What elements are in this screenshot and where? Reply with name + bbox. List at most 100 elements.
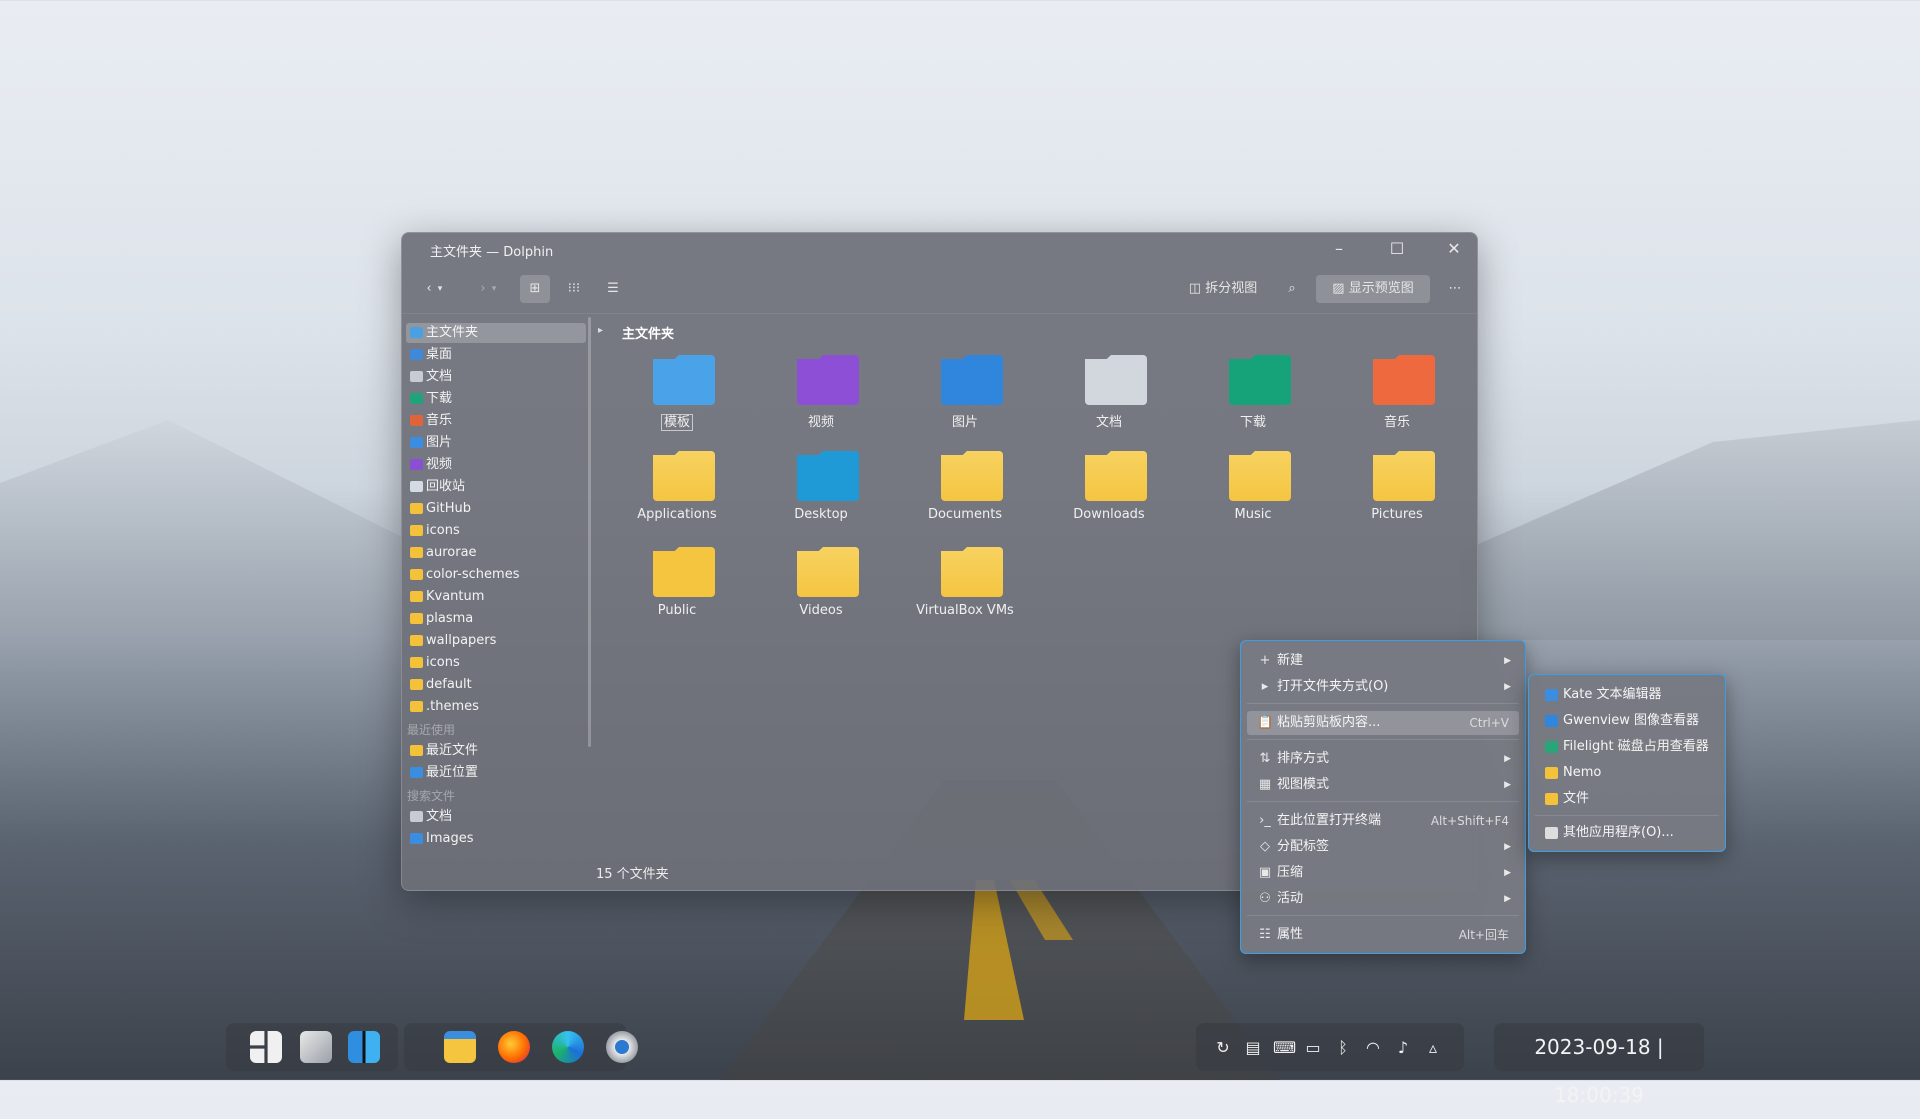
open-with-item[interactable]: Filelight 磁盘占用查看器 bbox=[1535, 735, 1719, 759]
context-menu-item[interactable]: ⚇ 活动 ▶ bbox=[1247, 887, 1519, 911]
sidebar-item[interactable]: 最近文件 bbox=[406, 741, 586, 761]
keyboard-icon[interactable]: ⌨ bbox=[1273, 1038, 1296, 1058]
sidebar-item[interactable]: color-schemes bbox=[406, 565, 586, 585]
folder-item[interactable]: 视频 bbox=[761, 349, 881, 433]
back-history-dropdown[interactable]: ▾ bbox=[434, 275, 446, 303]
sidebar-item[interactable]: icons bbox=[406, 653, 586, 673]
wifi-icon[interactable]: ◠ bbox=[1363, 1038, 1383, 1058]
sidebar-item[interactable]: 回收站 bbox=[406, 477, 586, 497]
split-view-button[interactable]: ◫ 拆分视图 bbox=[1178, 275, 1268, 303]
sidebar-item[interactable]: 图片 bbox=[406, 433, 586, 453]
folder-item[interactable]: 文档 bbox=[1049, 349, 1169, 433]
compact-view-button[interactable]: ⁝⁝⁝ bbox=[559, 275, 589, 303]
volume-icon[interactable]: ♪ bbox=[1393, 1038, 1413, 1058]
context-menu-item[interactable]: ›_ 在此位置打开终端 Alt+Shift+F4 bbox=[1247, 809, 1519, 833]
breadcrumb[interactable]: 主文件夹 bbox=[622, 323, 674, 342]
title-bar[interactable]: 主文件夹 — Dolphin – ☐ ✕ bbox=[402, 233, 1477, 265]
menu-separator bbox=[1247, 703, 1519, 704]
folder-icon bbox=[410, 569, 423, 580]
sidebar-item[interactable]: icons bbox=[406, 521, 586, 541]
toolbar-divider bbox=[402, 313, 1477, 314]
sidebar-item[interactable]: wallpapers bbox=[406, 631, 586, 651]
sidebar-item[interactable]: 桌面 bbox=[406, 345, 586, 365]
folder-item[interactable]: 模板 bbox=[617, 349, 737, 433]
desktop-grid-icon[interactable] bbox=[348, 1031, 380, 1063]
minimize-button[interactable]: – bbox=[1328, 239, 1350, 259]
sidebar-item-label: aurorae bbox=[426, 545, 477, 560]
open-with-item[interactable]: Nemo bbox=[1535, 761, 1719, 785]
sidebar-item[interactable]: 下载 bbox=[406, 389, 586, 409]
folder-item[interactable]: Videos bbox=[761, 541, 881, 625]
show-preview-button[interactable]: ▨ 显示预览图 bbox=[1316, 275, 1430, 303]
dolphin-task-icon[interactable] bbox=[444, 1031, 476, 1063]
folder-item[interactable]: 图片 bbox=[905, 349, 1025, 433]
overview-icon[interactable] bbox=[300, 1031, 332, 1063]
folder-item[interactable]: Public bbox=[617, 541, 737, 625]
folder-item[interactable]: Desktop bbox=[761, 445, 881, 529]
context-menu-item[interactable]: ◇ 分配标签 ▶ bbox=[1247, 835, 1519, 859]
hamburger-menu-button[interactable]: ⋯ bbox=[1442, 275, 1468, 303]
context-menu-item[interactable]: ▣ 压缩 ▶ bbox=[1247, 861, 1519, 885]
context-menu-item[interactable]: ▦ 视图模式 ▶ bbox=[1247, 773, 1519, 797]
settings-task-icon[interactable] bbox=[606, 1031, 638, 1063]
folder-item[interactable]: Applications bbox=[617, 445, 737, 529]
sidebar-item[interactable]: Images bbox=[406, 829, 586, 849]
context-menu-item[interactable]: ▸ 打开文件夹方式(O) ▶ bbox=[1247, 675, 1519, 699]
open-with-item-label: Nemo bbox=[1563, 765, 1602, 780]
folder-item[interactable]: Documents bbox=[905, 445, 1025, 529]
folder-item[interactable]: Downloads bbox=[1049, 445, 1169, 529]
edge-task-icon[interactable] bbox=[552, 1031, 584, 1063]
context-menu-item[interactable]: ⇅ 排序方式 ▶ bbox=[1247, 747, 1519, 771]
open-with-item[interactable]: Kate 文本编辑器 bbox=[1535, 683, 1719, 707]
sidebar-item[interactable]: 主文件夹 bbox=[406, 323, 586, 343]
forward-history-dropdown[interactable]: ▾ bbox=[488, 275, 500, 303]
sidebar-item[interactable]: aurorae bbox=[406, 543, 586, 563]
sidebar-item[interactable]: plasma bbox=[406, 609, 586, 629]
sidebar-item[interactable]: Kvantum bbox=[406, 587, 586, 607]
public-folder-icon bbox=[653, 547, 715, 597]
sidebar-item[interactable]: 文档 bbox=[406, 367, 586, 387]
folder-label-box: Pictures bbox=[1337, 507, 1457, 522]
folder-label: Downloads bbox=[1073, 507, 1145, 522]
open-with-item[interactable]: 其他应用程序(O)... bbox=[1535, 821, 1719, 845]
clock[interactable]: 2023-09-18 | 18:00:39 bbox=[1494, 1023, 1704, 1107]
context-menu-item[interactable]: 📋 粘贴剪贴板内容... Ctrl+V bbox=[1247, 711, 1519, 735]
app-icon bbox=[1545, 767, 1558, 779]
folder-item[interactable]: 音乐 bbox=[1337, 349, 1457, 433]
grid-icon: ⊞ bbox=[529, 281, 541, 296]
clipboard-icon[interactable]: ▤ bbox=[1243, 1038, 1263, 1058]
battery-icon[interactable]: ▭ bbox=[1303, 1038, 1323, 1058]
details-view-button[interactable]: ☰ bbox=[598, 275, 628, 303]
folder-label-box: Music bbox=[1193, 507, 1313, 522]
firefox-task-icon[interactable] bbox=[498, 1031, 530, 1063]
open-with-item[interactable]: Gwenview 图像查看器 bbox=[1535, 709, 1719, 733]
maximize-button[interactable]: ☐ bbox=[1386, 239, 1408, 259]
menu-separator bbox=[1247, 915, 1519, 916]
sidebar-item[interactable]: 最近位置 bbox=[406, 763, 586, 783]
close-button[interactable]: ✕ bbox=[1443, 239, 1465, 259]
list-icon: ☰ bbox=[607, 281, 619, 296]
icons-view-button[interactable]: ⊞ bbox=[520, 275, 550, 303]
places-scrollbar[interactable] bbox=[588, 317, 591, 747]
breadcrumb-arrow-icon[interactable]: ▸ bbox=[598, 325, 603, 336]
sidebar-item[interactable]: 文档 bbox=[406, 807, 586, 827]
open-with-item[interactable]: 文件 bbox=[1535, 787, 1719, 811]
update-icon[interactable]: ↻ bbox=[1213, 1038, 1233, 1058]
bluetooth-icon[interactable]: ᛒ bbox=[1333, 1038, 1353, 1058]
folder-item[interactable]: 下载 bbox=[1193, 349, 1313, 433]
folder-item[interactable]: Pictures bbox=[1337, 445, 1457, 529]
sidebar-item-label: 音乐 bbox=[426, 413, 453, 428]
sidebar-item[interactable]: GitHub bbox=[406, 499, 586, 519]
search-button[interactable]: ⌕ bbox=[1280, 275, 1304, 303]
menu-item-icon: ▸ bbox=[1261, 679, 1269, 694]
context-menu-item[interactable]: + 新建 ▶ bbox=[1247, 649, 1519, 673]
sidebar-item[interactable]: 视频 bbox=[406, 455, 586, 475]
context-menu-item[interactable]: ☷ 属性 Alt+回车 bbox=[1247, 923, 1519, 947]
expand-tray-icon[interactable]: ▵ bbox=[1423, 1038, 1443, 1058]
folder-item[interactable]: VirtualBox VMs bbox=[905, 541, 1025, 625]
sidebar-item[interactable]: default bbox=[406, 675, 586, 695]
folder-item[interactable]: Music bbox=[1193, 445, 1313, 529]
sidebar-item[interactable]: 音乐 bbox=[406, 411, 586, 431]
folder-label: Music bbox=[1234, 507, 1272, 522]
sidebar-item[interactable]: .themes bbox=[406, 697, 586, 717]
